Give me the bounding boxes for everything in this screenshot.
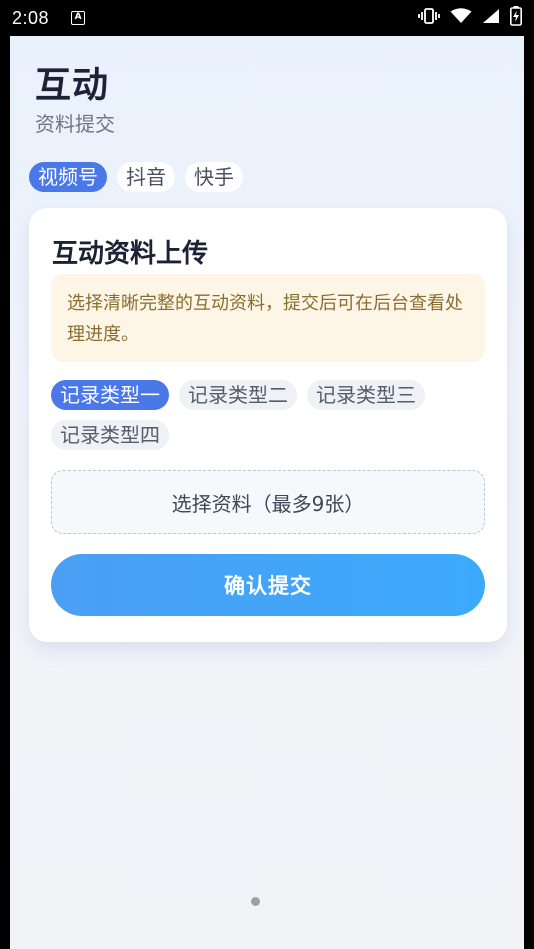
platform-tabs: 视频号 抖音 快手 <box>29 162 243 192</box>
card-title: 互动资料上传 <box>52 239 209 269</box>
app-screen: 互动 资料提交 视频号 抖音 快手 互动资料上传 选择清晰完整的互动资料，提交后… <box>10 36 524 949</box>
select-materials-button[interactable]: 选择资料（最多9张） <box>51 470 485 534</box>
record-type-4-chip[interactable]: 记录类型四 <box>51 420 169 450</box>
page-subtitle: 资料提交 <box>35 112 115 136</box>
battery-charging-icon <box>510 6 522 30</box>
record-type-3-chip[interactable]: 记录类型三 <box>307 380 425 410</box>
record-type-2-chip[interactable]: 记录类型二 <box>179 380 297 410</box>
page-title: 互动 <box>35 65 110 106</box>
select-materials-label: 选择资料（最多9张） <box>171 491 365 516</box>
confirm-submit-button[interactable]: 确认提交 <box>51 554 485 616</box>
confirm-submit-label: 确认提交 <box>224 574 312 598</box>
page-indicator-dot <box>251 897 260 906</box>
signal-icon <box>482 8 500 28</box>
status-bar: 2:08 A <box>0 0 534 36</box>
notice-banner: 选择清晰完整的互动资料，提交后可在后台查看处理进度。 <box>51 274 485 362</box>
tab-kuaishou[interactable]: 快手 <box>185 162 243 192</box>
tab-douyin[interactable]: 抖音 <box>117 162 175 192</box>
tab-shipinhao[interactable]: 视频号 <box>29 162 107 192</box>
record-type-chips: 记录类型一 记录类型二 记录类型三 记录类型四 <box>51 380 491 450</box>
status-time: 2:08 <box>12 7 50 28</box>
vibrate-icon <box>418 8 440 28</box>
record-type-1-chip[interactable]: 记录类型一 <box>51 380 169 410</box>
a-notification-icon: A <box>71 11 86 25</box>
upload-card: 互动资料上传 选择清晰完整的互动资料，提交后可在后台查看处理进度。 记录类型一 … <box>29 208 507 642</box>
wifi-icon <box>450 8 472 28</box>
